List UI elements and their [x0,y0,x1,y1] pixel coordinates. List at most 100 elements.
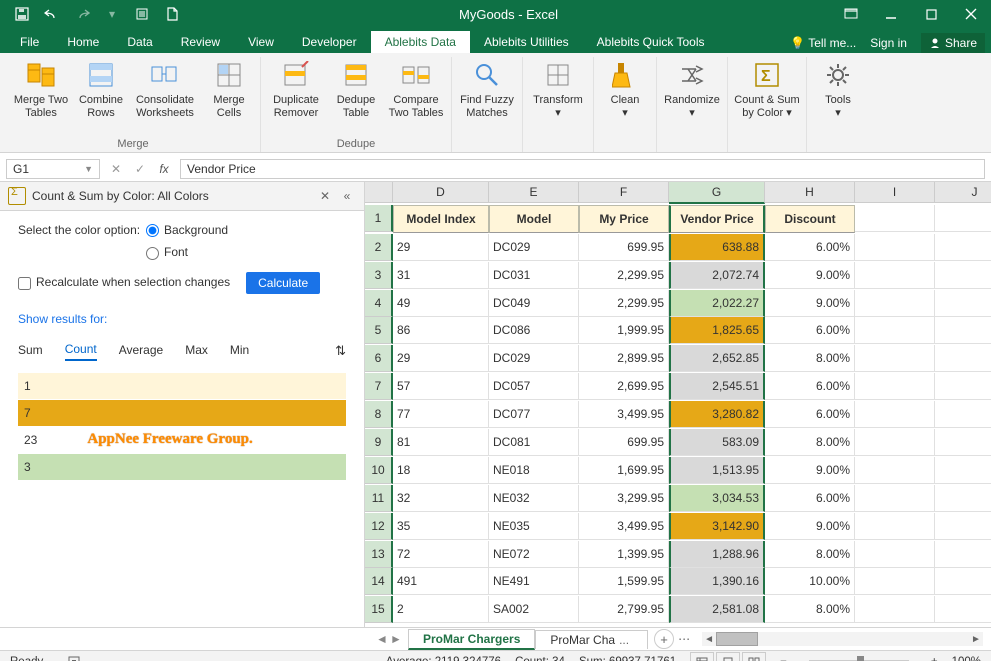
table-header-cell[interactable]: Discount [765,205,855,233]
cell[interactable]: SA002 [489,596,579,623]
pane-collapse-icon[interactable]: « [338,187,356,205]
table-header-cell[interactable]: Model [489,205,579,233]
cell[interactable]: 1,699.95 [579,457,669,484]
cell[interactable]: 2,299.95 [579,262,669,289]
touch-mode-icon[interactable] [128,3,156,25]
horizontal-scrollbar[interactable]: ◄► [702,632,983,646]
ribbon-display-icon[interactable] [831,0,871,28]
cell[interactable]: NE032 [489,485,579,512]
row-header[interactable]: 14 [365,568,393,595]
cell[interactable]: 2,072.74 [669,262,765,289]
zoom-out-button[interactable]: − [780,656,787,661]
save-icon[interactable] [8,3,36,25]
cell[interactable]: 2,545.51 [669,373,765,400]
randomize-button[interactable]: Randomize▾ [661,57,723,121]
cell[interactable]: 6.00% [765,234,855,261]
sheet-tab-active[interactable]: ProMar Chargers [408,629,535,650]
tab-data[interactable]: Data [113,31,166,53]
cell[interactable]: 583.09 [669,429,765,456]
row-header[interactable]: 3 [365,262,393,289]
tab-ablebits-utilities[interactable]: Ablebits Utilities [470,31,583,53]
tab-file[interactable]: File [6,31,53,53]
dedupe-table-button[interactable]: Dedupe Table [329,57,383,121]
cell[interactable]: 31 [393,262,489,289]
cell[interactable]: 3,499.95 [579,401,669,428]
row-header[interactable]: 7 [365,373,393,400]
cell[interactable]: DC077 [489,401,579,428]
row-header[interactable]: 10 [365,457,393,484]
table-header-cell[interactable]: Model Index [393,205,489,233]
minimize-button[interactable] [871,0,911,28]
cell[interactable]: 8.00% [765,429,855,456]
row-header[interactable]: 15 [365,596,393,623]
col-header[interactable]: H [765,182,855,203]
row-header[interactable]: 9 [365,429,393,456]
cell[interactable]: DC031 [489,262,579,289]
page-break-button[interactable] [742,652,766,661]
row-header[interactable]: 8 [365,401,393,428]
row-header[interactable]: 1 [365,205,393,232]
row-header[interactable]: 5 [365,317,393,344]
cell[interactable]: 1,390.16 [669,568,765,595]
sheet-tab-2[interactable]: ProMar Cha... [535,630,648,649]
tab-sum[interactable]: Sum [18,343,43,360]
cell[interactable]: 6.00% [765,317,855,344]
duplicate-remover-button[interactable]: Duplicate Remover [265,57,327,121]
cell[interactable]: 1,599.95 [579,568,669,595]
formula-input[interactable]: Vendor Price [180,159,985,179]
cell[interactable]: 29 [393,234,489,261]
table-header-cell[interactable]: Vendor Price [669,205,765,233]
cell[interactable]: 3,499.95 [579,513,669,540]
cell[interactable]: 6.00% [765,485,855,512]
cell[interactable]: 8.00% [765,345,855,372]
cell[interactable]: 9.00% [765,262,855,289]
tab-ablebits-quick[interactable]: Ablebits Quick Tools [583,31,719,53]
qat-customize-icon[interactable]: ▾ [98,3,126,25]
cell[interactable]: 9.00% [765,290,855,317]
cell[interactable]: 1,399.95 [579,541,669,568]
cell[interactable]: 86 [393,317,489,344]
font-radio[interactable]: Font [146,245,188,259]
tab-home[interactable]: Home [53,31,113,53]
row-header[interactable]: 4 [365,290,393,317]
cell[interactable]: DC029 [489,234,579,261]
result-row[interactable]: 23AppNee Freeware Group. [18,427,346,453]
cell[interactable]: 2,699.95 [579,373,669,400]
result-row[interactable]: 1 [18,373,346,399]
merge-two-tables-button[interactable]: Merge Two Tables [10,57,72,121]
cell[interactable]: NE018 [489,457,579,484]
cell[interactable]: 2,581.08 [669,596,765,623]
cell[interactable]: 2 [393,596,489,623]
cell[interactable]: 1,999.95 [579,317,669,344]
col-header[interactable]: F [579,182,669,203]
cell[interactable]: 699.95 [579,234,669,261]
sheet-nav-prev[interactable]: ◄ [376,632,388,646]
cell[interactable]: 3,142.90 [669,513,765,540]
maximize-button[interactable] [911,0,951,28]
cell[interactable]: 3,299.95 [579,485,669,512]
merge-cells-button[interactable]: Merge Cells [202,57,256,121]
cell[interactable]: 49 [393,290,489,317]
cell[interactable]: 18 [393,457,489,484]
compare-tables-button[interactable]: Compare Two Tables [385,57,447,121]
close-button[interactable] [951,0,991,28]
page-layout-button[interactable] [716,652,740,661]
tools-button[interactable]: Tools▾ [811,57,865,121]
cell[interactable]: 35 [393,513,489,540]
cell[interactable]: NE035 [489,513,579,540]
fx-icon[interactable]: fx [152,157,176,181]
tab-min[interactable]: Min [230,343,249,360]
find-fuzzy-button[interactable]: Find Fuzzy Matches [456,57,518,121]
cell[interactable]: 29 [393,345,489,372]
count-sum-button[interactable]: ΣCount & Sum by Color ▾ [732,57,802,121]
cell[interactable]: 81 [393,429,489,456]
add-sheet-button[interactable]: + [654,629,674,649]
new-doc-icon[interactable] [158,3,186,25]
col-header[interactable]: E [489,182,579,203]
tab-max[interactable]: Max [185,343,208,360]
cell[interactable]: DC049 [489,290,579,317]
cell[interactable]: 32 [393,485,489,512]
zoom-in-button[interactable]: + [931,656,938,661]
cell[interactable]: 9.00% [765,513,855,540]
tell-me[interactable]: 💡 Tell me... [790,36,856,50]
